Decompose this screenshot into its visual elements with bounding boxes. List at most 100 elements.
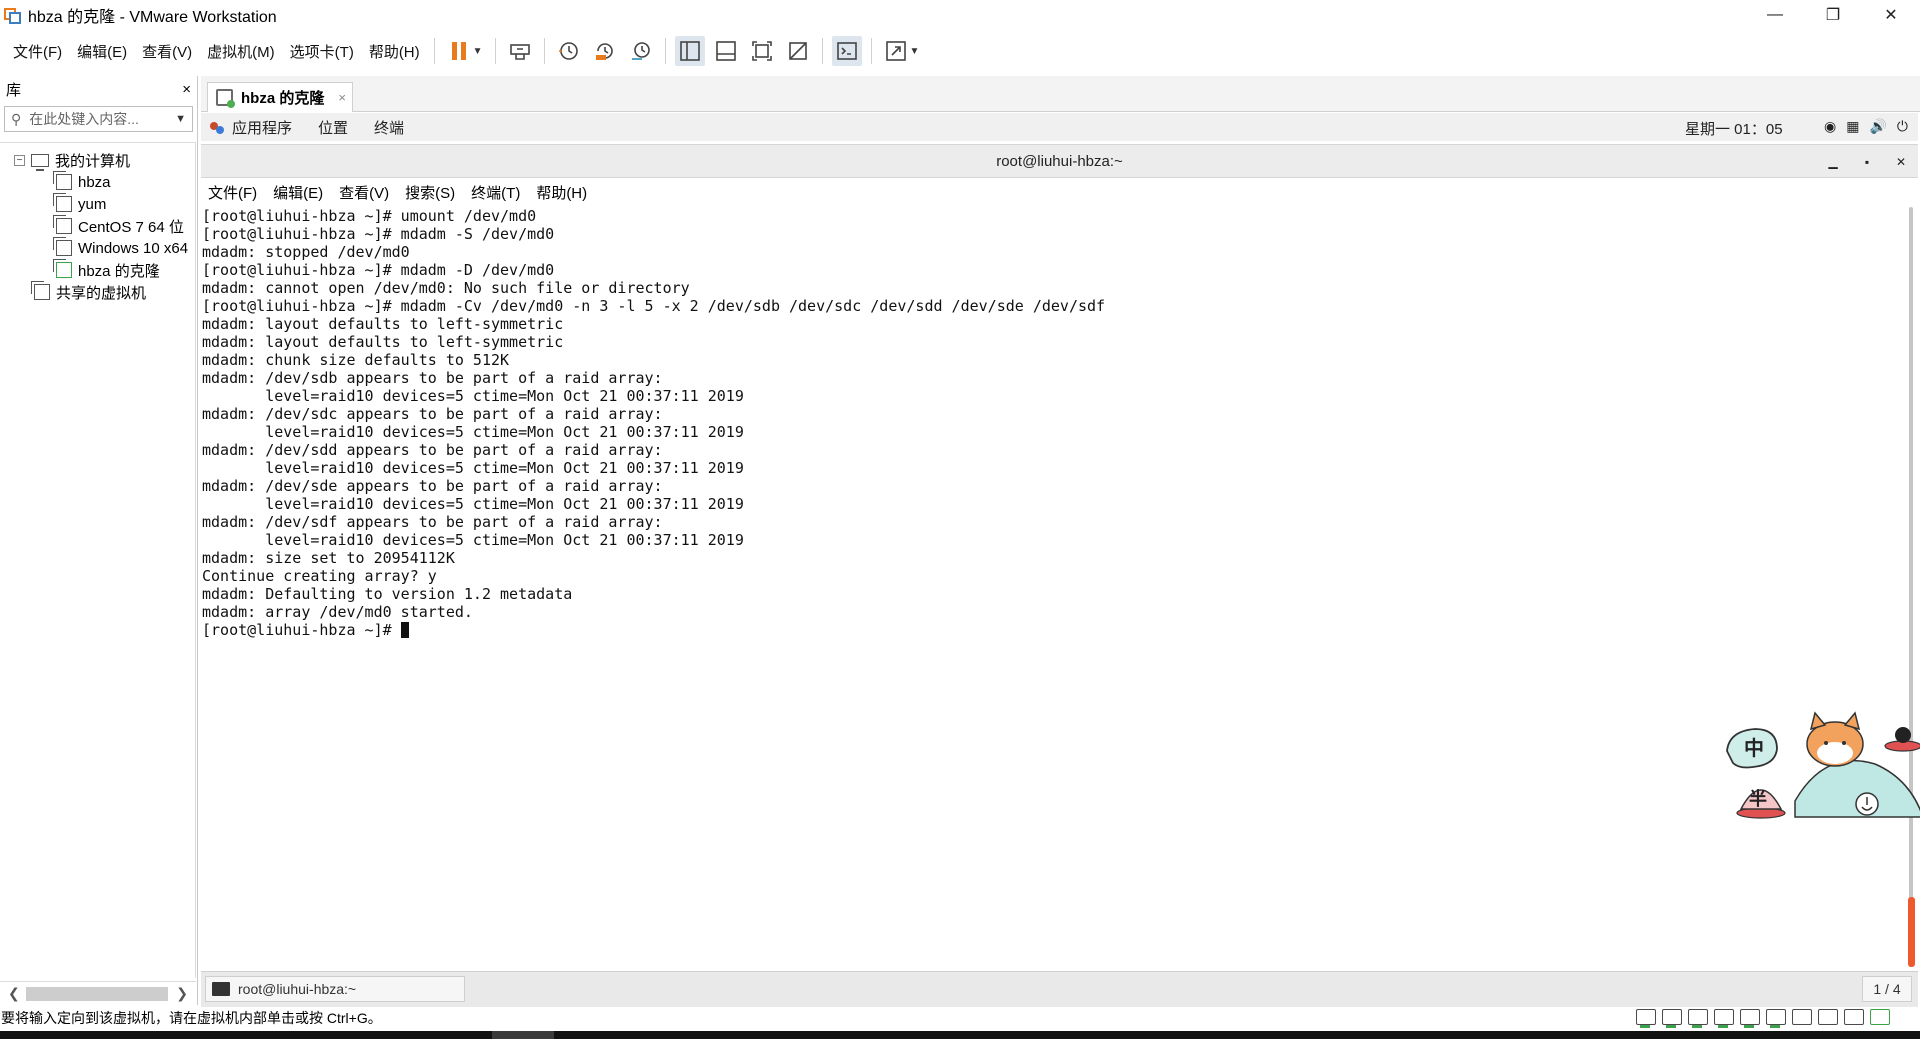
mascot-bubble-text: 中 <box>1744 736 1764 760</box>
tab-vm[interactable]: hbza 的克隆 × <box>207 82 353 112</box>
menu-tabs[interactable]: 选项卡(T) <box>290 41 354 62</box>
library-close-icon[interactable]: × <box>182 81 191 98</box>
status-bar: 要将输入定向到该虚拟机，请在虚拟机内部单击或按 Ctrl+G。 <box>0 1007 1920 1029</box>
terminal-menu-help[interactable]: 帮助(H) <box>536 182 587 203</box>
vmware-logo-icon <box>4 6 22 24</box>
shared-vm-icon <box>31 281 50 300</box>
terminal-scrollbar[interactable] <box>1906 207 1918 967</box>
hard-disk-icon[interactable] <box>1636 1009 1656 1028</box>
menu-view[interactable]: 查看(V) <box>142 41 192 62</box>
library-search-input[interactable]: ⚲ 在此处键入内容... ▼ <box>4 106 193 132</box>
scroll-right-icon[interactable]: ❯ <box>176 985 188 1002</box>
send-ctrl-alt-del-icon[interactable] <box>505 36 535 66</box>
library-horizontal-scrollbar[interactable]: ❮ ❯ <box>0 981 196 1005</box>
terminal-line: [root@liuhui-hbza ~]# mdadm -D /dev/md0 <box>202 261 555 279</box>
network-icon[interactable]: ▦ <box>1846 118 1859 135</box>
collapse-icon[interactable]: − <box>14 154 25 166</box>
stretch-icon[interactable] <box>881 36 911 66</box>
tab-close-icon[interactable]: × <box>338 90 346 105</box>
scrollbar-thumb[interactable] <box>26 987 168 1001</box>
power-icon[interactable]: ⏻ <box>1897 118 1908 135</box>
window-title: hbza 的克隆 - VMware Workstation <box>28 9 277 26</box>
volume-icon[interactable]: 🔊 <box>1869 118 1886 135</box>
tree-item-label: Windows 10 x64 <box>78 239 189 257</box>
stretch-dropdown-icon[interactable]: ▼ <box>910 46 920 57</box>
terminal-title-bar: root@liuhui-hbza:~ ▁ ▪ ✕ <box>201 144 1918 178</box>
workspace-switcher[interactable]: 1 / 4 <box>1862 976 1912 1002</box>
guest-taskbar: root@liuhui-hbza:~ 1 / 4 <box>201 971 1918 1007</box>
console-icon[interactable] <box>831 36 862 66</box>
terminal-menu-file[interactable]: 文件(F) <box>208 182 257 203</box>
message-log-icon[interactable] <box>1870 1009 1890 1025</box>
terminal-line: level=raid10 devices=5 ctime=Mon Oct 21 … <box>202 495 744 513</box>
search-icon: ⚲ <box>11 110 22 127</box>
terminal-output[interactable]: [root@liuhui-hbza ~]# umount /dev/md0 [r… <box>201 207 1906 967</box>
toolbar-separator <box>821 38 823 64</box>
camera-icon[interactable] <box>1844 1009 1864 1025</box>
record-icon[interactable]: ◉ <box>1824 118 1836 135</box>
hard-disk-icon[interactable] <box>1688 1009 1708 1028</box>
scrollbar-track[interactable] <box>1909 207 1913 967</box>
gnome-clock[interactable]: 星期一 01：05 <box>1685 118 1783 139</box>
cd-rom-icon[interactable] <box>1792 1009 1812 1025</box>
menu-vm[interactable]: 虚拟机(M) <box>207 41 275 62</box>
pause-dropdown-icon[interactable]: ▼ <box>473 46 483 57</box>
library-header: 库 × <box>0 76 197 102</box>
taskbar-item-terminal[interactable]: root@liuhui-hbza:~ <box>205 976 465 1002</box>
tree-item-vm[interactable]: hbza <box>0 171 195 193</box>
terminal-menu-edit[interactable]: 编辑(E) <box>273 182 323 203</box>
gnome-menu-places[interactable]: 位置 <box>318 117 348 138</box>
terminal-prompt: [root@liuhui-hbza ~]# <box>202 621 401 639</box>
terminal-menu-view[interactable]: 查看(V) <box>339 182 389 203</box>
toolbar-separator <box>494 38 496 64</box>
thumbnail-bar-icon[interactable] <box>711 36 741 66</box>
tree-item-vm[interactable]: CentOS 7 64 位 <box>0 215 195 237</box>
terminal-line: Continue creating array? y <box>202 567 437 585</box>
menu-edit[interactable]: 编辑(E) <box>77 41 127 62</box>
toolbar-separator <box>543 38 545 64</box>
terminal-close-button[interactable]: ✕ <box>1884 149 1918 175</box>
unity-icon[interactable] <box>783 36 813 66</box>
terminal-prompt-line[interactable]: [root@liuhui-hbza ~]# <box>202 621 1906 639</box>
pause-icon[interactable] <box>444 36 474 66</box>
ime-mascot-widget[interactable]: 中 半 <box>1725 709 1920 819</box>
network-adapter-icon[interactable] <box>1818 1009 1838 1025</box>
tab-label: hbza 的克隆 <box>241 90 325 107</box>
tree-item-vm-active[interactable]: hbza 的克隆 <box>0 259 195 281</box>
terminal-line: mdadm: layout defaults to left-symmetric <box>202 315 564 333</box>
terminal-line: level=raid10 devices=5 ctime=Mon Oct 21 … <box>202 531 744 549</box>
scrollbar-thumb[interactable] <box>1908 897 1915 967</box>
menu-file[interactable]: 文件(F) <box>13 41 62 62</box>
close-button[interactable]: ✕ <box>1862 0 1920 30</box>
terminal-minimize-button[interactable]: ▁ <box>1816 149 1850 175</box>
gnome-menu-terminal[interactable]: 终端 <box>374 117 404 138</box>
hard-disk-icon[interactable] <box>1714 1009 1734 1028</box>
menu-help[interactable]: 帮助(H) <box>369 41 420 62</box>
tree-item-vm[interactable]: Windows 10 x64 <box>0 237 195 259</box>
terminal-menu-terminal[interactable]: 终端(T) <box>471 182 520 203</box>
tree-item-my-computer[interactable]: − 我的计算机 <box>0 149 195 171</box>
hard-disk-icon[interactable] <box>1766 1009 1786 1028</box>
hard-disk-icon[interactable] <box>1740 1009 1760 1028</box>
full-screen-icon[interactable] <box>747 36 777 66</box>
tree-item-shared-vms[interactable]: 共享的虚拟机 <box>0 281 195 303</box>
gnome-system-tray: ◉ ▦ 🔊 ⏻ <box>1824 118 1908 135</box>
tree-item-vm[interactable]: yum <box>0 193 195 215</box>
guest-display[interactable]: 应用程序 位置 终端 星期一 01：05 ◉ ▦ 🔊 ⏻ root@liuhui… <box>201 113 1920 1007</box>
terminal-line: [root@liuhui-hbza ~]# mdadm -Cv /dev/md0… <box>202 297 1106 315</box>
hard-disk-icon[interactable] <box>1662 1009 1682 1028</box>
scroll-left-icon[interactable]: ❮ <box>8 985 20 1002</box>
terminal-line: mdadm: /dev/sde appears to be part of a … <box>202 477 663 495</box>
show-library-icon[interactable] <box>674 36 705 66</box>
gnome-menu-applications[interactable]: 应用程序 <box>232 117 292 138</box>
minimize-button[interactable]: — <box>1746 0 1804 30</box>
terminal-maximize-button[interactable]: ▪ <box>1850 149 1884 175</box>
terminal-line: mdadm: chunk size defaults to 512K <box>202 351 510 369</box>
restore-button[interactable]: ❐ <box>1804 0 1862 30</box>
revert-snapshot-icon[interactable] <box>590 36 620 66</box>
snapshot-icon[interactable] <box>554 36 584 66</box>
snapshot-manager-icon[interactable] <box>626 36 656 66</box>
terminal-menu-search[interactable]: 搜索(S) <box>405 182 455 203</box>
chevron-down-icon[interactable]: ▼ <box>175 113 186 125</box>
host-taskbar-highlight <box>492 1031 554 1039</box>
